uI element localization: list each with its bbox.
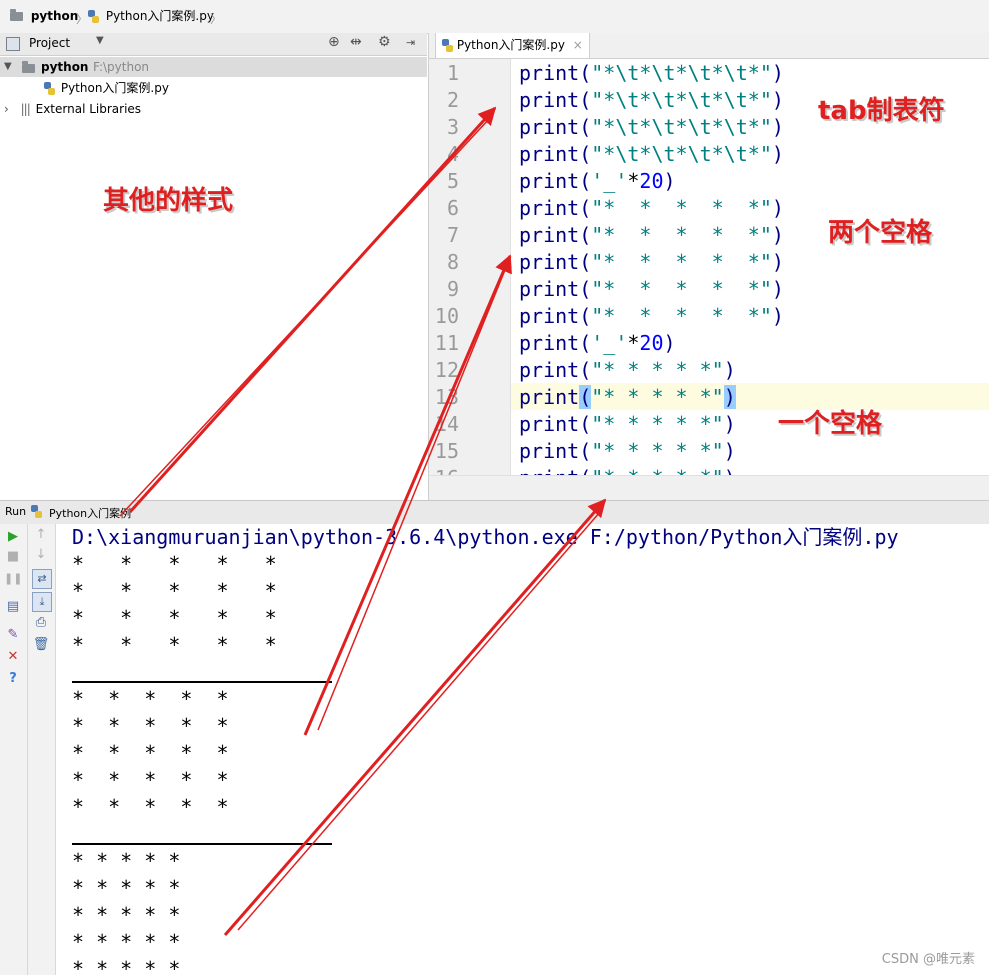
watermark: CSDN @唯元素 xyxy=(881,952,975,967)
annotation-two-spaces: 两个空格 xyxy=(828,218,933,248)
annotation-arrows xyxy=(119,106,607,936)
arrow-one-space-b xyxy=(237,511,601,931)
annotation-one-space: 一个空格 xyxy=(778,409,883,439)
annotation-other-styles: 其他的样式 xyxy=(103,186,234,216)
annotation-tab: tab制表符 xyxy=(818,96,945,126)
arrow-other-styles-shadow xyxy=(119,117,491,517)
arrow-one-space-a xyxy=(223,498,607,936)
arrow-two-spaces-b xyxy=(317,269,506,731)
arrow-two-spaces-a xyxy=(303,254,512,736)
